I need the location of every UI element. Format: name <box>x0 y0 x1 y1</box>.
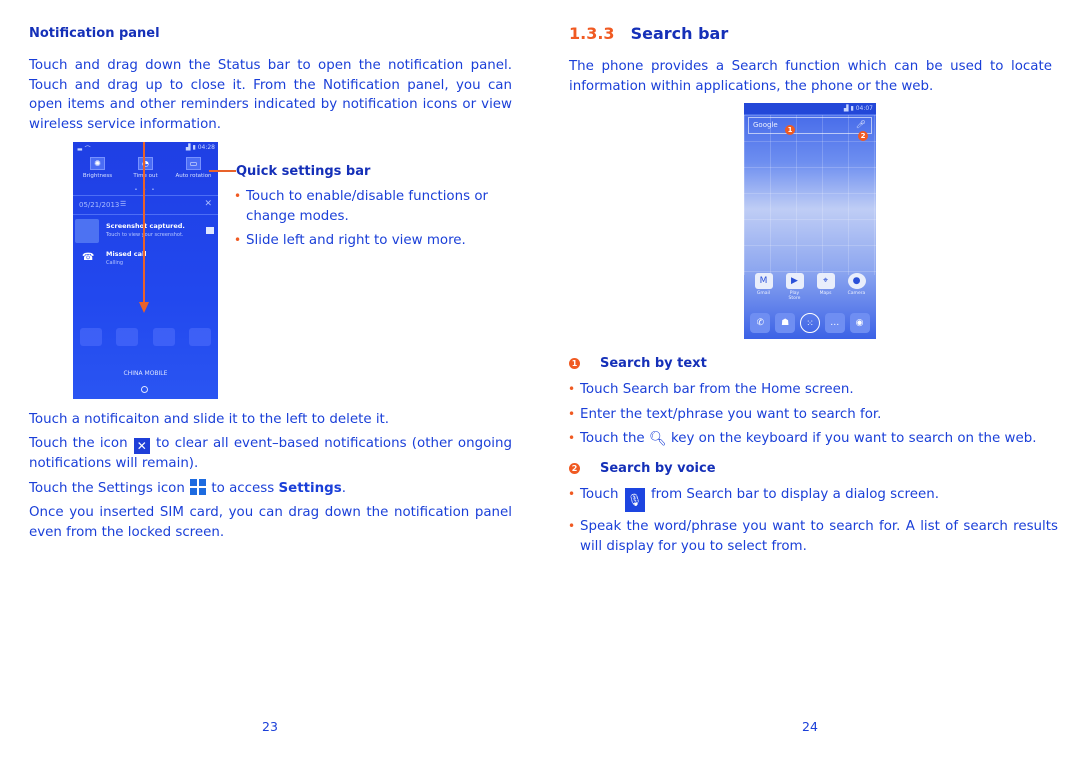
timeout-icon: ◔ <box>138 157 153 170</box>
faded-app-icon <box>188 328 211 346</box>
faded-app-icon <box>116 328 139 346</box>
app-maps: ⌖ Maps <box>815 273 837 301</box>
callout-badge-1: 1 <box>785 125 795 135</box>
settings-icon: ☰ <box>120 200 127 208</box>
bullet-item: Enter the text/phrase you want to search… <box>568 405 1058 425</box>
marker-2-icon: 2 <box>569 463 580 474</box>
section-title: Search bar <box>630 24 729 43</box>
maps-icon: ⌖ <box>816 273 835 289</box>
app-drawer-icon: ⁙ <box>799 313 820 333</box>
date: 05/21/2013 <box>79 201 120 209</box>
app-play-store: ▶ Play Store <box>784 273 806 301</box>
intro-paragraph: Touch and drag down the Status bar to op… <box>29 58 512 132</box>
dock-browser: ◉ <box>849 313 871 335</box>
bullet-item: Touch 🎙︎ from Search bar to display a di… <box>568 485 1058 512</box>
settings-paragraph: Touch the Settings icon to access Settin… <box>29 479 346 496</box>
drag-indicator-line <box>143 142 145 307</box>
image-icon <box>206 227 214 234</box>
callout-line <box>209 170 236 172</box>
date-row: 05/21/2013 ☰ ✕ <box>73 195 218 215</box>
search-by-voice-bullets: Touch 🎙︎ from Search bar to display a di… <box>568 485 1058 561</box>
drag-down-arrow-icon <box>139 302 149 313</box>
gmail-icon: M <box>754 273 773 289</box>
wallpaper-tiles <box>744 115 876 275</box>
page-number: 23 <box>262 719 278 734</box>
faded-app-icon <box>80 328 103 346</box>
clear-all-icon: ✕ <box>133 438 150 454</box>
dock-apps: ⁙ <box>799 313 821 335</box>
messaging-icon: … <box>824 313 845 333</box>
auto-rotation-icon: ▭ <box>186 157 201 170</box>
timeout-tile: ◔ Time out <box>133 157 158 179</box>
status-bar: ▬ ⌒ ▟ ▮ 04:28 <box>73 142 218 153</box>
home-indicator-icon <box>141 386 148 393</box>
settings-icon <box>190 479 207 495</box>
sim-paragraph: Once you inserted SIM card, you can drag… <box>29 505 512 540</box>
quick-settings-title: Quick settings bar <box>236 164 371 179</box>
notification-screenshot: Screenshot captured. Touch to view your … <box>73 217 218 245</box>
bullet-item: Touch the 🔍︎ key on the keyboard if you … <box>568 429 1058 450</box>
status-icons: ▬ ⌒ <box>77 146 91 153</box>
google-search-bar: Google 🎤︎ <box>748 117 872 134</box>
carrier-label: CHINA MOBILE <box>123 370 168 377</box>
phone-icon: ✆ <box>750 313 771 333</box>
auto-rotation-tile: ▭ Auto rotation <box>175 157 212 179</box>
bullet-item: Speak the word/phrase you want to search… <box>568 517 1058 556</box>
section-number: 1.3.3 <box>569 24 615 43</box>
status-time: ▟ ▮ 04:07 <box>843 105 873 112</box>
app-row: M Gmail ▶ Play Store ⌖ Maps ● Camera <box>744 273 876 301</box>
mic-icon: 🎙︎ <box>624 488 645 512</box>
faded-app-icon <box>152 328 175 346</box>
home-screen-screenshot: ▟ ▮ 04:07 Google 🎤︎ M Gmail ▶ Play Store ⌖… <box>744 103 876 339</box>
camera-icon: ● <box>847 273 866 289</box>
delete-paragraph: Touch a notificaiton and slide it to the… <box>29 412 390 427</box>
callout-badge-2: 2 <box>858 131 868 141</box>
page-number: 24 <box>802 719 818 734</box>
search-intro-paragraph: The phone provides a Search function whi… <box>569 59 1052 94</box>
avatar-icon <box>75 219 99 243</box>
brightness-icon: ✺ <box>90 157 105 170</box>
dock-messaging: … <box>824 313 846 335</box>
bullet-item: Touch to enable/disable functions or cha… <box>234 187 514 226</box>
dock: ✆ ☗ ⁙ … ◉ <box>744 313 876 335</box>
status-bar: ▟ ▮ 04:07 <box>744 103 876 114</box>
section-heading-search-bar: 1.3.3 Search bar <box>569 24 728 43</box>
search-by-text-heading: 1 Search by text <box>569 356 707 371</box>
search-key-icon: 🔍︎ <box>648 431 667 447</box>
notification-panel-screenshot: ▬ ⌒ ▟ ▮ 04:28 ✺ Brightness ◔ Time out ▭ … <box>73 142 218 399</box>
faded-app-row <box>73 328 218 346</box>
mic-icon: 🎤︎ <box>855 120 866 129</box>
brightness-tile: ✺ Brightness <box>82 157 113 179</box>
clear-paragraph: Touch the icon ✕ to clear all event–base… <box>29 436 512 471</box>
page-dots: • • • <box>134 187 157 193</box>
missed-call-icon: ☎ <box>82 252 95 263</box>
search-by-text-bullets: Touch Search bar from the Home screen. E… <box>568 380 1058 455</box>
dock-contacts: ☗ <box>774 313 796 335</box>
notification-missed-call: ☎ Missed call Calling <box>82 250 147 266</box>
app-camera: ● Camera <box>846 273 868 301</box>
quick-settings-bullets: Touch to enable/disable functions or cha… <box>234 187 514 256</box>
search-by-voice-heading: 2 Search by voice <box>569 461 716 476</box>
play-store-icon: ▶ <box>785 273 804 289</box>
contacts-icon: ☗ <box>775 313 796 333</box>
browser-icon: ◉ <box>849 313 870 333</box>
app-gmail: M Gmail <box>753 273 775 301</box>
dock-phone: ✆ <box>749 313 771 335</box>
clear-all-icon: ✕ <box>204 199 212 209</box>
marker-1-icon: 1 <box>569 358 580 369</box>
bullet-item: Slide left and right to view more. <box>234 231 514 251</box>
bullet-item: Touch Search bar from the Home screen. <box>568 380 1058 400</box>
section-title-notification-panel: Notification panel <box>29 26 160 41</box>
status-time: ▟ ▮ 04:28 <box>185 144 215 151</box>
page-23: Notification panel Touch and drag down t… <box>0 0 540 767</box>
